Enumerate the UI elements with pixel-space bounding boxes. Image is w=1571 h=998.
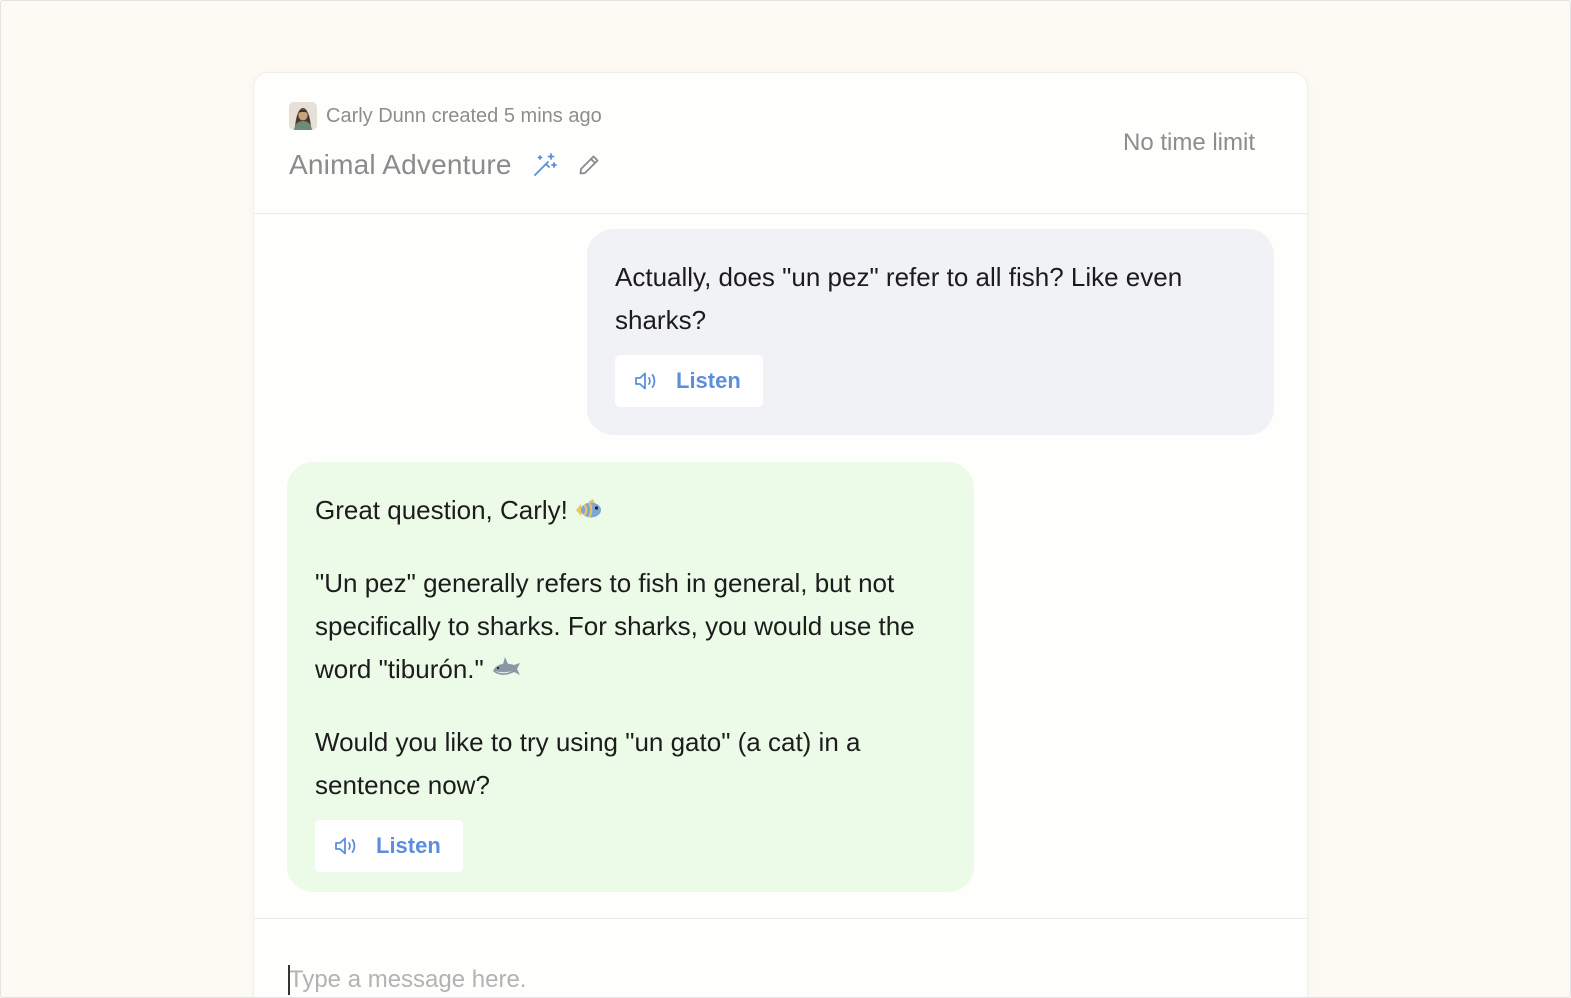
message-composer	[254, 918, 1307, 997]
speaker-icon	[635, 372, 656, 390]
edit-title-button[interactable]	[575, 151, 603, 179]
user-message-bubble: Actually, does "un pez" refer to all fis…	[587, 229, 1274, 435]
pencil-icon	[579, 155, 599, 175]
time-limit-label: No time limit	[1122, 129, 1255, 156]
title-row: Animal Adventure	[289, 145, 603, 185]
magic-wand-button[interactable]	[531, 151, 559, 179]
message-input[interactable]	[288, 963, 1188, 997]
assistant-paragraph: Great question, Carly!	[315, 489, 946, 535]
message-input-wrapper	[288, 963, 1188, 997]
avatar	[289, 102, 317, 130]
text-caret	[288, 965, 290, 995]
assistant-paragraph-3: Would you like to try using "un gato" (a…	[315, 727, 861, 800]
listen-label: Listen	[676, 368, 741, 393]
chat-card: Carly Dunn created 5 mins ago Animal Adv…	[254, 73, 1307, 997]
shark-emoji-icon	[490, 651, 522, 694]
assistant-paragraph-1: Great question, Carly!	[315, 495, 568, 525]
listen-label: Listen	[376, 833, 441, 858]
listen-button[interactable]: Listen	[315, 820, 463, 872]
user-message-text: Actually, does "un pez" refer to all fis…	[615, 262, 1183, 335]
page-title: Animal Adventure	[289, 149, 512, 180]
chat-header: Carly Dunn created 5 mins ago Animal Adv…	[254, 73, 1307, 214]
app-frame: Carly Dunn created 5 mins ago Animal Adv…	[0, 0, 1571, 998]
assistant-paragraph: "Un pez" generally refers to fish in gen…	[315, 562, 946, 694]
creator-text: Carly Dunn created 5 mins ago	[326, 104, 602, 127]
creator-meta: Carly Dunn created 5 mins ago	[289, 102, 602, 130]
magic-wand-icon	[533, 153, 557, 176]
listen-button[interactable]: Listen	[615, 355, 763, 407]
assistant-paragraph-2: "Un pez" generally refers to fish in gen…	[315, 568, 915, 684]
fish-emoji-icon	[574, 492, 604, 535]
assistant-message-bubble: Great question, Carly! "Un pez" generall…	[287, 462, 974, 892]
speaker-icon	[335, 837, 356, 855]
